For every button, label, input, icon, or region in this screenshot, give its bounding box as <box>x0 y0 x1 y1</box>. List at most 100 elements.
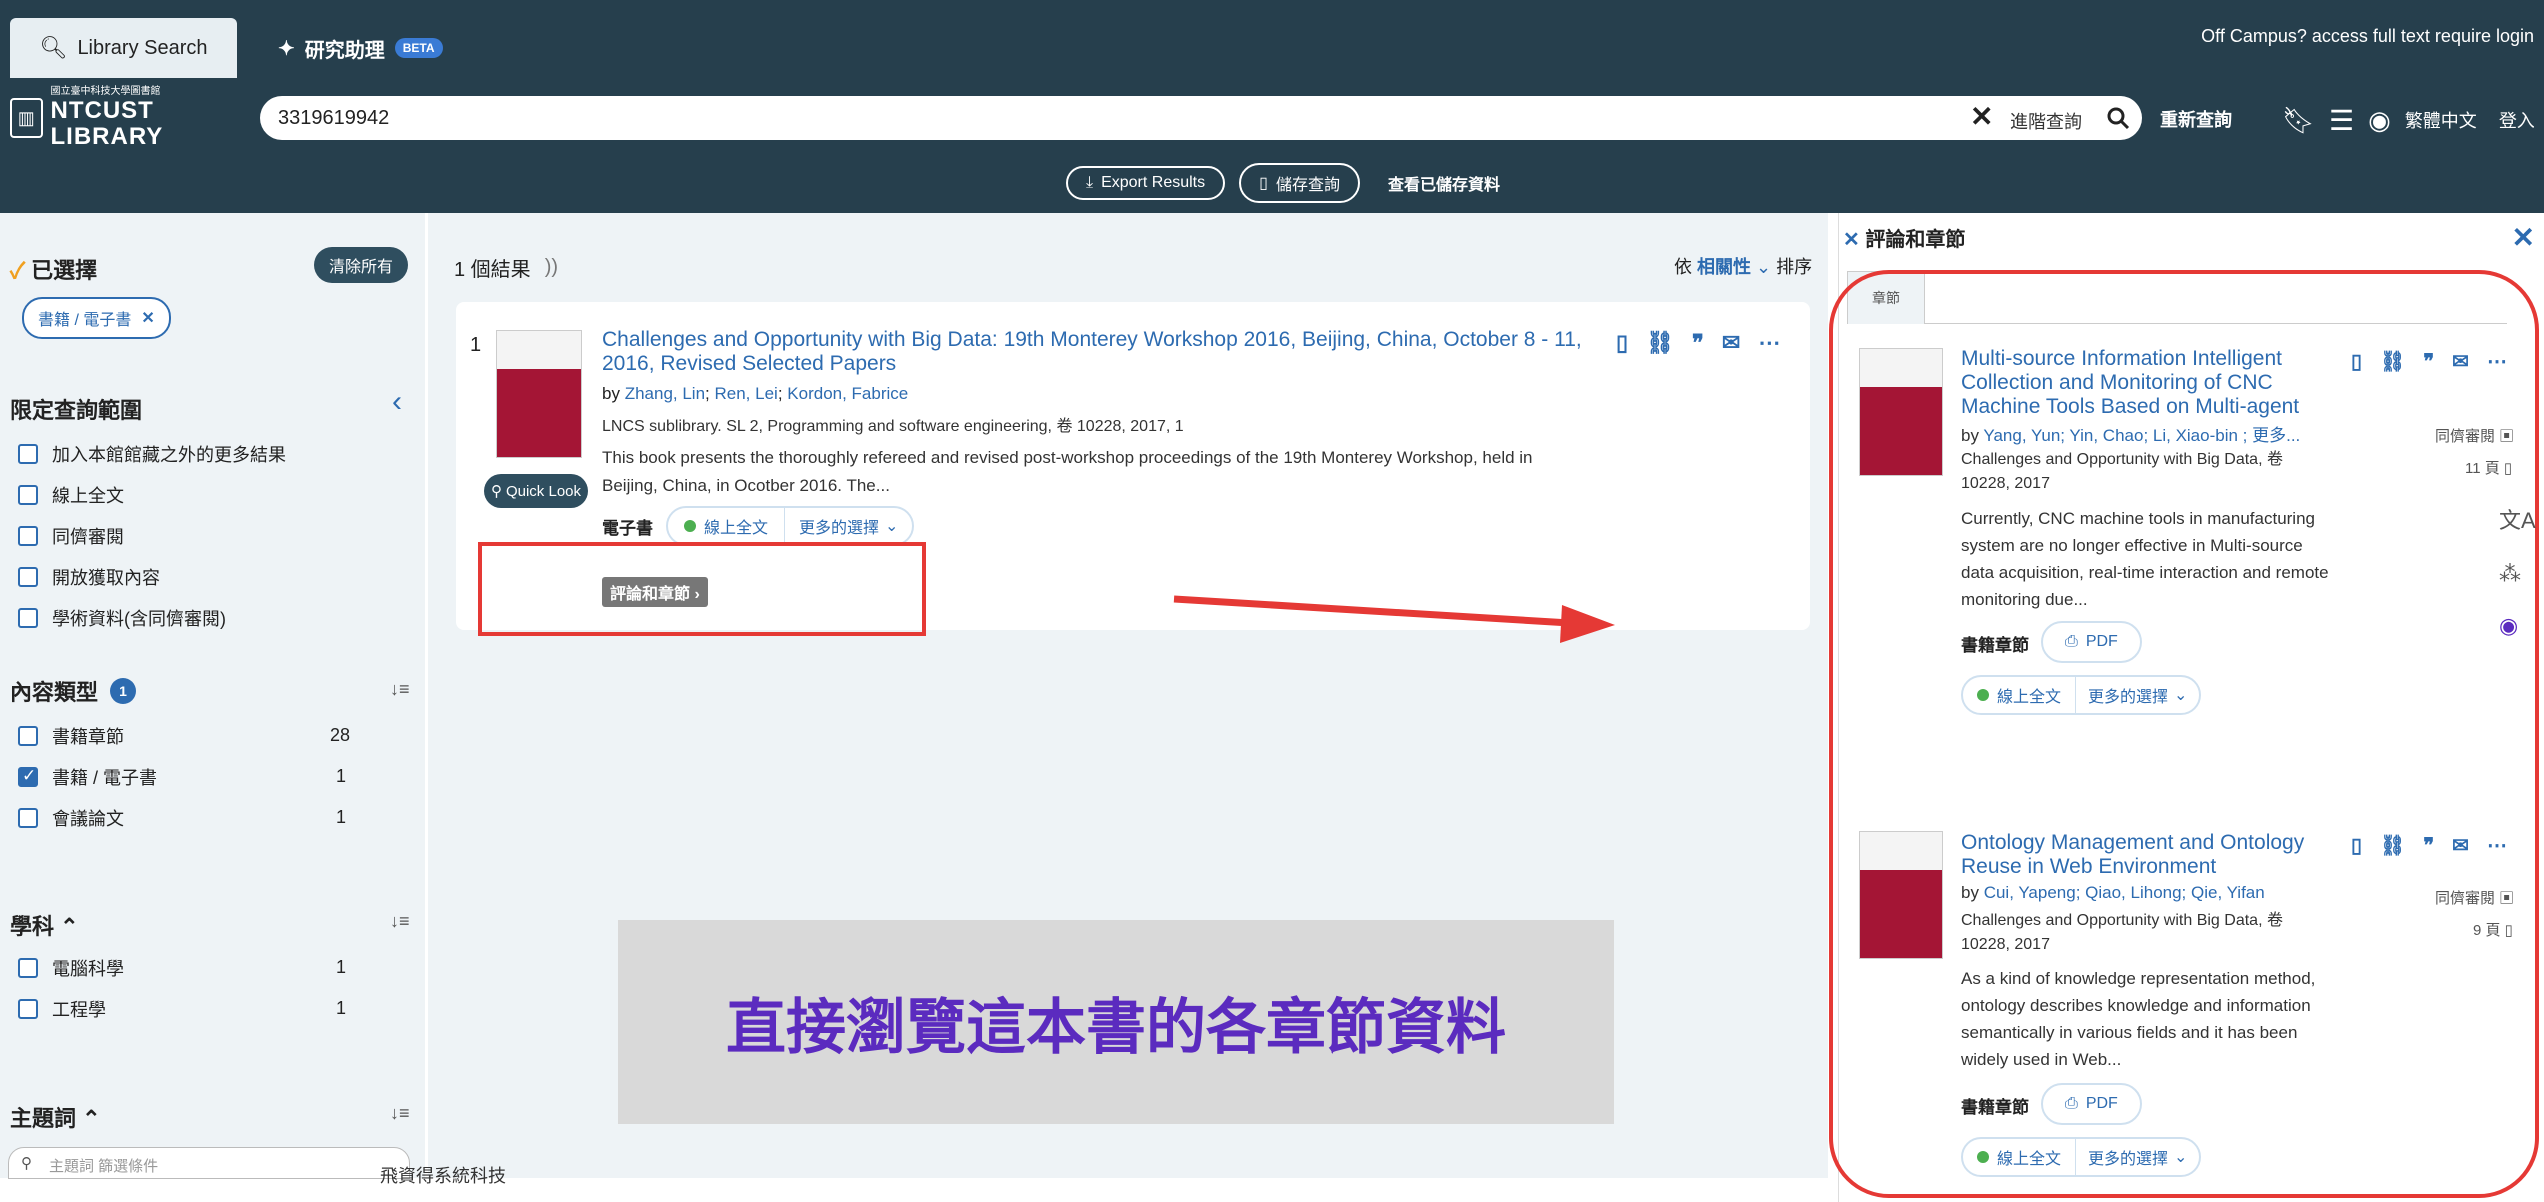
more-icon[interactable]: ⋯ <box>1758 330 1780 356</box>
more-options-dropdown[interactable]: 更多的選擇 ⌄ <box>2075 1139 2199 1175</box>
view-saved-link[interactable]: 查看已儲存資料 <box>1388 171 1500 195</box>
checkbox[interactable] <box>18 485 38 505</box>
bookmark-icon[interactable]: ▯ <box>1616 330 1628 356</box>
content-type-row[interactable]: 會議論文 <box>18 805 124 831</box>
by-label: by <box>602 384 620 403</box>
subject-heading[interactable]: 學科 ⌃ <box>10 909 79 941</box>
checkbox[interactable] <box>18 444 38 464</box>
checkbox-checked[interactable] <box>18 766 38 787</box>
sort-icon[interactable]: ↓≡ <box>390 679 410 700</box>
chapter-title-link[interactable]: Ontology Management and Ontology Reuse i… <box>1961 831 2341 879</box>
limit-row[interactable]: 開放獲取內容 <box>18 564 160 590</box>
author-link[interactable]: Ren, Lei <box>715 384 778 403</box>
checkbox[interactable] <box>18 999 38 1019</box>
email-icon[interactable]: ✉ <box>1722 330 1740 356</box>
link-icon[interactable]: ⛓ <box>2380 349 2405 374</box>
quick-look-label: Quick Look <box>505 482 582 500</box>
online-fulltext-link[interactable]: 線上全文 <box>668 514 784 538</box>
collapse-icon[interactable]: ✕ <box>1843 229 1860 251</box>
content-type-row[interactable]: 書籍 / 電子書 <box>18 764 157 790</box>
login-link[interactable]: 登入 <box>2499 107 2535 133</box>
more-icon[interactable]: ⋯ <box>2487 833 2507 858</box>
reviews-chapters-button[interactable]: 評論和章節 › <box>602 577 708 607</box>
more-options-dropdown[interactable]: 更多的選擇 ⌄ <box>2075 677 2199 713</box>
cite-icon[interactable]: ❞ <box>2423 349 2434 374</box>
tab-research-assistant[interactable]: ✦ 研究助理 BETA <box>278 28 443 68</box>
bookmark-icon[interactable]: ▯ <box>2351 833 2362 858</box>
pdf-button[interactable]: ⎙ PDF <box>2041 621 2142 663</box>
globe-icon[interactable]: ◉ <box>2368 105 2391 136</box>
chapter-cover[interactable] <box>1859 348 1943 476</box>
bookmark-icon[interactable]: ▯ <box>2351 349 2362 374</box>
book-cover[interactable] <box>496 330 582 458</box>
checkbox[interactable] <box>18 608 38 628</box>
cite-icon[interactable]: ❞ <box>1692 330 1704 356</box>
selected-filter-chip[interactable]: 書籍 / 電子書 ✕ <box>22 297 171 339</box>
checkbox[interactable] <box>18 958 38 978</box>
library-logo[interactable]: ▥ 國立臺中科技大學圖書館 NTCUST LIBRARY <box>10 86 210 150</box>
language-selector[interactable]: 繁體中文 <box>2405 107 2477 133</box>
requery-link[interactable]: 重新查詢 <box>2160 106 2232 132</box>
clear-all-button[interactable]: 清除所有 <box>314 247 408 283</box>
sort-icon[interactable]: ↓≡ <box>390 1103 410 1124</box>
topic-heading[interactable]: 主題詞 ⌃ <box>10 1101 101 1133</box>
menu-icon[interactable]: ☰ <box>2329 104 2354 137</box>
limit-row[interactable]: 同儕審閱 <box>18 523 124 549</box>
advanced-search-link[interactable]: 進階查詢 <box>2010 108 2082 134</box>
link-icon[interactable]: ⛓ <box>1646 330 1674 356</box>
apps-icon[interactable]: ⁂ <box>2499 561 2536 587</box>
checkbox[interactable] <box>18 726 38 746</box>
checkbox[interactable] <box>18 808 38 828</box>
search-input[interactable]: 3319619942 ✕ 進階查詢 <box>260 96 2140 140</box>
author-link[interactable]: Kordon, Fabrice <box>787 384 908 403</box>
subject-row[interactable]: 工程學 <box>18 996 106 1022</box>
author-link[interactable]: Zhang, Lin <box>625 384 705 403</box>
limit-row[interactable]: 線上全文 <box>18 482 124 508</box>
more-options-dropdown[interactable]: 更多的選擇 ⌄ <box>784 508 912 544</box>
tab-assistant-label: 研究助理 <box>304 39 385 62</box>
limit-row[interactable]: 加入本館館藏之外的更多結果 <box>18 441 286 467</box>
content-type-heading[interactable]: 內容類型 1 <box>10 675 137 707</box>
clear-search-icon[interactable]: ✕ <box>1970 100 1993 133</box>
export-results-button[interactable]: ⤓ Export Results <box>1066 166 1226 200</box>
bookmark-icon[interactable]: 🔖︎ <box>2282 105 2315 136</box>
rss-icon[interactable]: )) <box>545 256 558 279</box>
translate-icon[interactable]: 文A <box>2499 503 2536 535</box>
tab-library-search[interactable]: 🔍︎ Library Search <box>10 18 237 78</box>
remove-chip-icon[interactable]: ✕ <box>141 308 154 328</box>
search-button[interactable] <box>2094 96 2142 140</box>
chapter-cover[interactable] <box>1859 831 1943 959</box>
checkbox[interactable] <box>18 567 38 587</box>
more-icon[interactable]: ⋯ <box>2487 349 2507 374</box>
online-fulltext-link[interactable]: 線上全文 <box>1963 1145 2075 1169</box>
offcampus-login-link[interactable]: Off Campus? access full text require log… <box>2201 26 2534 47</box>
chapter-title-link[interactable]: Multi-source Information Intelligent Col… <box>1961 347 2341 419</box>
quick-look-button[interactable]: ⚲ Quick Look <box>484 474 588 508</box>
content-type-row[interactable]: 書籍章節 <box>18 723 124 749</box>
collapse-sidebar-icon[interactable]: ‹ <box>392 385 402 419</box>
magnifier-icon <box>2107 107 2130 130</box>
subject-label: 電腦科學 <box>52 959 124 979</box>
online-fulltext-link[interactable]: 線上全文 <box>1963 683 2075 707</box>
email-icon[interactable]: ✉ <box>2452 349 2469 374</box>
limit-row[interactable]: 學術資料(含同儕審閱) <box>18 605 226 631</box>
limit-heading: 限定查詢範圍 <box>10 398 143 423</box>
author-links[interactable]: Cui, Yapeng; Qiao, Lihong; Qie, Yifan <box>1984 883 2265 902</box>
subject-row[interactable]: 電腦科學 <box>18 955 124 981</box>
email-icon[interactable]: ✉ <box>2452 833 2469 858</box>
result-title-link[interactable]: Challenges and Opportunity with Big Data… <box>602 328 1602 376</box>
topic-filter-input[interactable]: ⚲ 主題詞 篩選條件 <box>8 1147 410 1179</box>
link-icon[interactable]: ⛓ <box>2380 833 2405 858</box>
save-query-button[interactable]: ▯ 儲存查詢 <box>1239 163 1360 203</box>
author-links[interactable]: Yang, Yun; Yin, Chao; Li, Xiao-bin ; 更多.… <box>1983 426 2300 445</box>
facet-count: 1 <box>336 957 347 977</box>
assistant-icon[interactable]: ◉ <box>2499 613 2536 639</box>
availability-group: 線上全文 更多的選擇 ⌄ <box>1961 1137 2202 1177</box>
cite-icon[interactable]: ❞ <box>2423 833 2434 858</box>
sort-icon[interactable]: ↓≡ <box>390 911 410 932</box>
pdf-button[interactable]: ⎙ PDF <box>2041 1083 2142 1125</box>
bookmark-outline-icon: ▯ <box>1259 175 1268 192</box>
checkbox[interactable] <box>18 526 38 546</box>
sort-control[interactable]: 依 相關性 ⌄ 排序 <box>1674 253 1812 279</box>
close-panel-icon[interactable]: ✕ <box>2512 221 2535 254</box>
